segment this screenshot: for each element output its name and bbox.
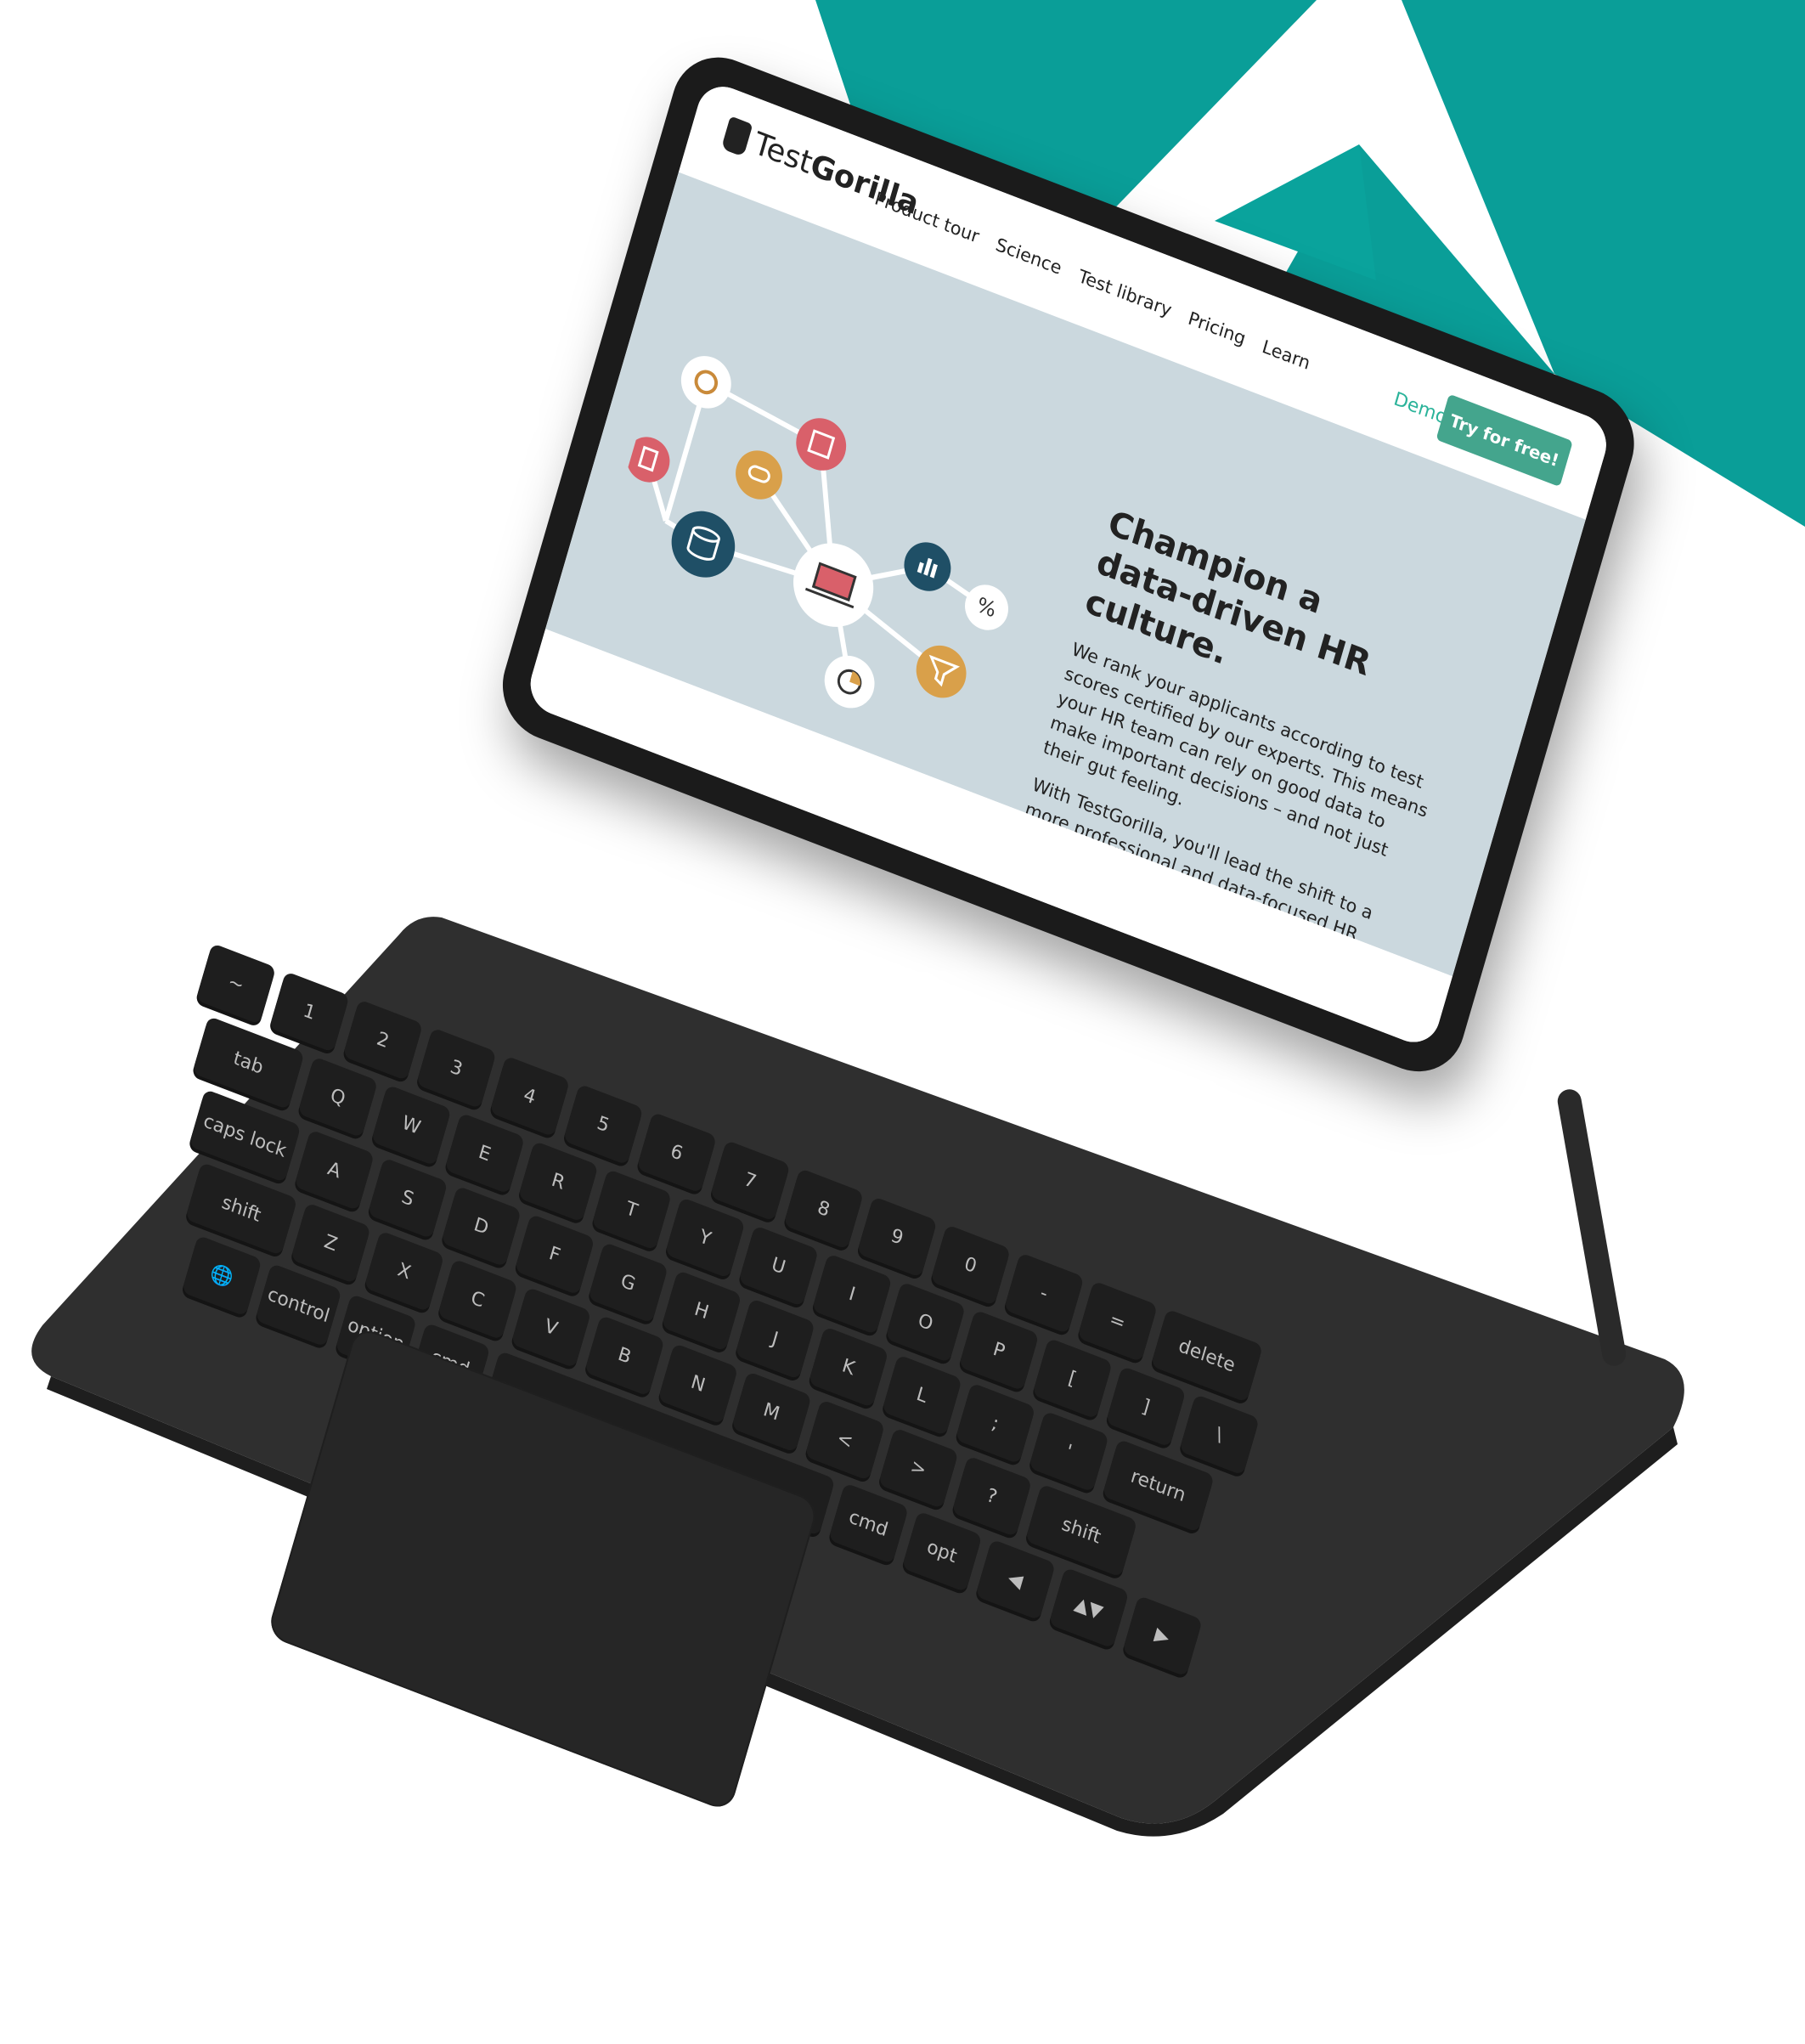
key-l[interactable]: L xyxy=(882,1354,962,1437)
key-n[interactable]: N xyxy=(657,1342,739,1425)
key--[interactable]: ▶ xyxy=(1121,1595,1203,1677)
key-a[interactable]: A xyxy=(294,1129,375,1211)
key-j[interactable]: J xyxy=(735,1298,815,1381)
key-f[interactable]: F xyxy=(514,1213,595,1296)
key-w[interactable]: W xyxy=(370,1084,452,1166)
key-cmd[interactable]: cmd xyxy=(828,1482,909,1565)
key-c[interactable]: C xyxy=(437,1258,518,1341)
key--[interactable]: ◀ xyxy=(974,1539,1056,1621)
key-t[interactable]: T xyxy=(591,1168,673,1251)
badge-icon xyxy=(626,437,670,483)
key--[interactable]: 🌐 xyxy=(181,1234,262,1317)
key-opt[interactable]: opt xyxy=(901,1510,983,1593)
key-r[interactable]: R xyxy=(517,1140,599,1222)
key-s[interactable]: S xyxy=(367,1157,448,1239)
key--[interactable]: ▲▼ xyxy=(1048,1567,1130,1649)
key-z[interactable]: Z xyxy=(290,1202,371,1285)
key-m[interactable]: M xyxy=(730,1371,812,1453)
nav-pricing[interactable]: Pricing xyxy=(1186,308,1248,349)
calendar-icon xyxy=(796,418,847,471)
gear-icon xyxy=(680,356,731,409)
key-y[interactable]: Y xyxy=(664,1197,746,1279)
bar-chart-icon xyxy=(904,542,951,591)
pill-icon xyxy=(736,450,782,500)
gorilla-logo-icon xyxy=(720,115,753,157)
key--[interactable]: \ xyxy=(1179,1393,1260,1476)
key-i[interactable]: I xyxy=(811,1253,893,1335)
laptop-icon xyxy=(793,543,874,627)
tablet-frame: TestGorilla Product tour Science Test li… xyxy=(490,42,1646,1087)
pie-chart-icon xyxy=(824,655,875,709)
nav-science[interactable]: Science xyxy=(994,234,1064,279)
key--[interactable]: > xyxy=(877,1427,959,1510)
key--[interactable]: < xyxy=(804,1399,886,1482)
key-e[interactable]: E xyxy=(444,1112,526,1194)
key--[interactable]: ? xyxy=(951,1455,1033,1538)
percent-icon: % xyxy=(965,584,1009,630)
key--[interactable]: ] xyxy=(1105,1365,1187,1448)
tablet: TestGorilla Product tour Science Test li… xyxy=(490,42,1646,1087)
key-d[interactable]: D xyxy=(441,1185,522,1268)
funnel-icon xyxy=(916,645,967,698)
key-g[interactable]: G xyxy=(588,1241,668,1324)
key--[interactable]: ' xyxy=(1028,1410,1109,1493)
key--[interactable]: ; xyxy=(955,1382,1036,1465)
key--[interactable]: [ xyxy=(1032,1337,1113,1420)
key-u[interactable]: U xyxy=(738,1225,819,1307)
nav-product-tour[interactable]: Product tour xyxy=(872,188,981,247)
nav-test-library[interactable]: Test library xyxy=(1076,266,1174,321)
key-b[interactable]: B xyxy=(584,1314,665,1397)
key-p[interactable]: P xyxy=(958,1309,1040,1392)
key-o[interactable]: O xyxy=(885,1281,966,1364)
tablet-scene: ~1 2 3 4 5 6 7 8 9 0- = delete tab Q W E R T Y U I O P[] \ caps … xyxy=(0,0,1805,1838)
database-icon xyxy=(671,511,736,578)
browser-screen: TestGorilla Product tour Science Test li… xyxy=(523,78,1613,1051)
nav-learn[interactable]: Learn xyxy=(1260,336,1312,374)
key-v[interactable]: V xyxy=(510,1286,592,1369)
key-control[interactable]: control xyxy=(255,1262,342,1347)
key-h[interactable]: H xyxy=(661,1269,742,1352)
key-k[interactable]: K xyxy=(808,1326,889,1409)
key-q[interactable]: Q xyxy=(297,1056,379,1138)
key-x[interactable]: X xyxy=(364,1230,445,1313)
